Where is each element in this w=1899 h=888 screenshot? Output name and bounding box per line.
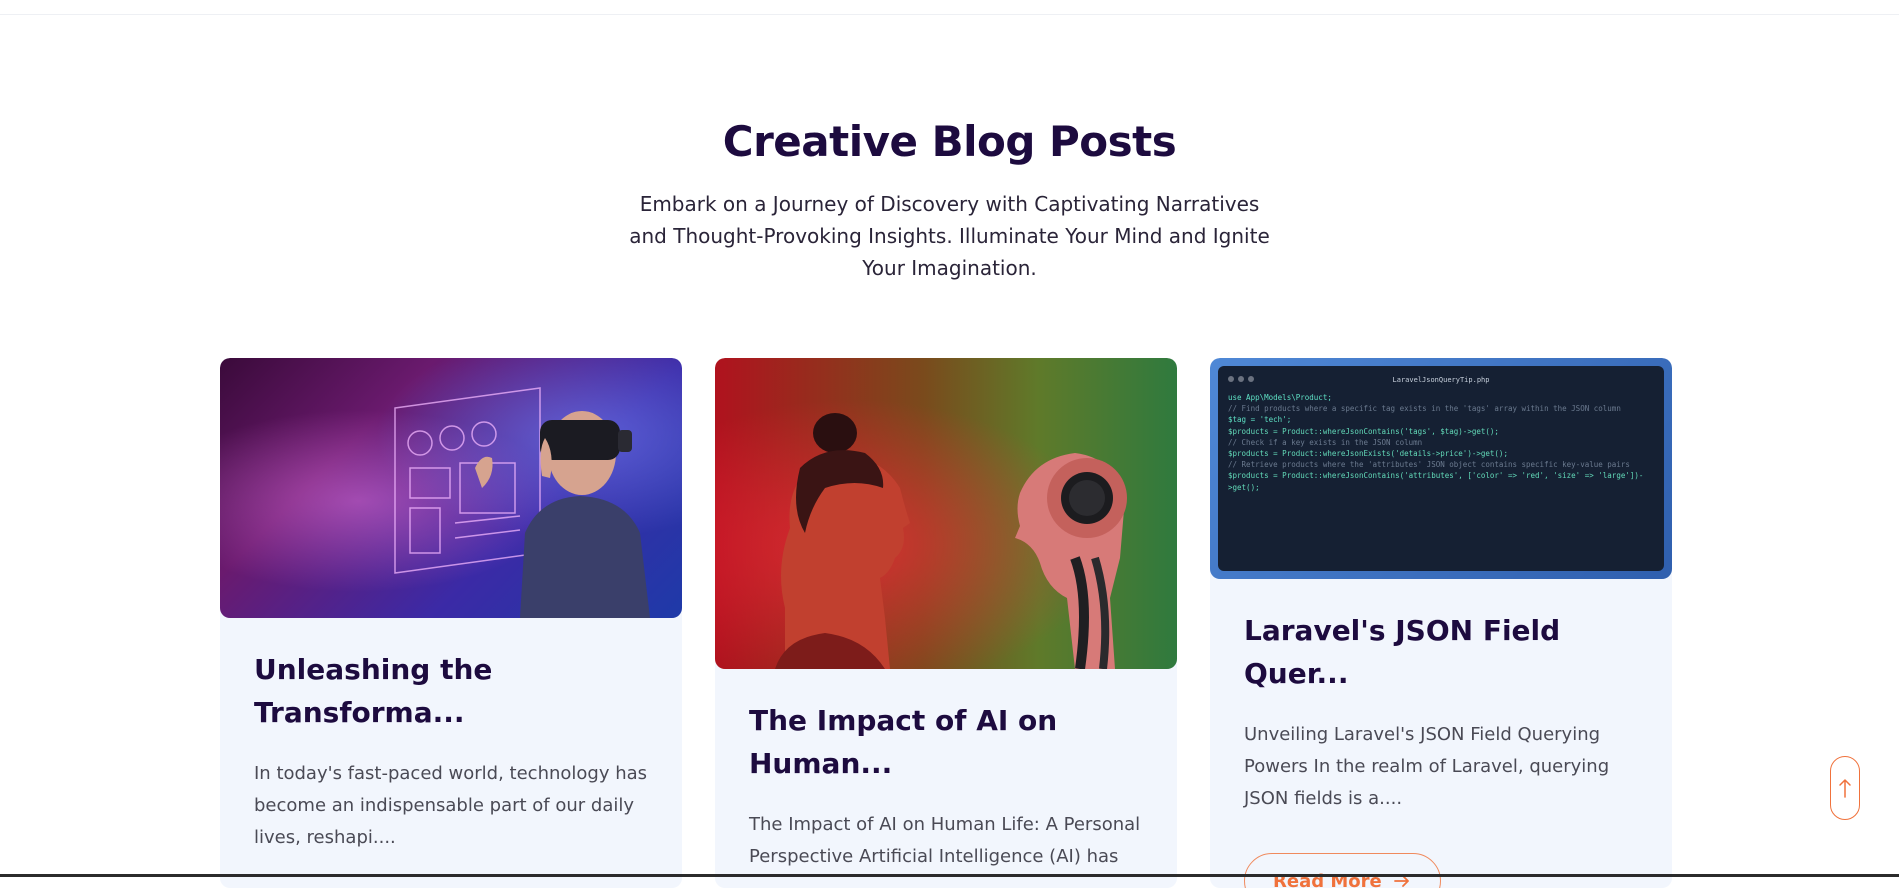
blog-card-3[interactable]: LaravelJsonQueryTip.php use App\Models\P… bbox=[1210, 358, 1672, 888]
code-block: use App\Models\Product; // Find products… bbox=[1228, 392, 1654, 493]
code-line: >get(); bbox=[1228, 482, 1654, 493]
code-line: $tag = 'tech'; bbox=[1228, 414, 1654, 425]
section-subtitle: Embark on a Journey of Discovery with Ca… bbox=[620, 188, 1280, 284]
code-screenshot-image[interactable]: LaravelJsonQueryTip.php use App\Models\P… bbox=[1210, 358, 1672, 579]
section-title: Creative Blog Posts bbox=[0, 112, 1899, 172]
post-title-link[interactable]: Unleashing the Transforma... bbox=[254, 648, 648, 734]
post-excerpt: The Impact of AI on Human Life: A Person… bbox=[749, 809, 1143, 873]
card-2-body: The Impact of AI on Human... The Impact … bbox=[715, 669, 1177, 873]
blog-card-2[interactable]: The Impact of AI on Human... The Impact … bbox=[715, 358, 1177, 888]
card-1-body: Unleashing the Transforma... In today's … bbox=[220, 618, 682, 854]
post-title-link[interactable]: Laravel's JSON Field Quer... bbox=[1244, 609, 1638, 695]
read-more-button[interactable]: Read More bbox=[1244, 853, 1441, 888]
post-excerpt: In today's fast-paced world, technology … bbox=[254, 758, 648, 854]
scroll-to-top-button[interactable] bbox=[1830, 756, 1860, 820]
code-line: $products = Product::whereJsonExists('de… bbox=[1228, 448, 1654, 459]
card-3-body: Laravel's JSON Field Quer... Unveiling L… bbox=[1210, 579, 1672, 888]
ai-illustration bbox=[715, 358, 1177, 669]
arrow-up-icon bbox=[1838, 777, 1852, 799]
code-line: // Check if a key exists in the JSON col… bbox=[1228, 437, 1654, 448]
post-excerpt: Unveiling Laravel's JSON Field Querying … bbox=[1244, 719, 1638, 815]
code-line: // Find products where a specific tag ex… bbox=[1228, 403, 1654, 414]
woman-facing-robot-image[interactable] bbox=[715, 358, 1177, 669]
blog-section-header: Creative Blog Posts Embark on a Journey … bbox=[0, 112, 1899, 284]
post-title-link[interactable]: The Impact of AI on Human... bbox=[749, 699, 1143, 785]
code-line: $products = Product::whereJsonContains('… bbox=[1228, 426, 1654, 437]
code-filename: LaravelJsonQueryTip.php bbox=[1228, 375, 1654, 386]
vr-illustration bbox=[220, 358, 682, 618]
code-line: use App\Models\Product; bbox=[1228, 392, 1654, 403]
code-line: // Retrieve products where the 'attribut… bbox=[1228, 459, 1654, 470]
blog-card-1[interactable]: Unleashing the Transforma... In today's … bbox=[220, 358, 682, 888]
vr-headset-hologram-image[interactable] bbox=[220, 358, 682, 618]
code-line: $products = Product::whereJsonContains('… bbox=[1228, 470, 1654, 481]
code-titlebar: LaravelJsonQueryTip.php bbox=[1228, 374, 1654, 388]
header-divider bbox=[0, 14, 1899, 15]
code-window: LaravelJsonQueryTip.php use App\Models\P… bbox=[1218, 366, 1664, 571]
